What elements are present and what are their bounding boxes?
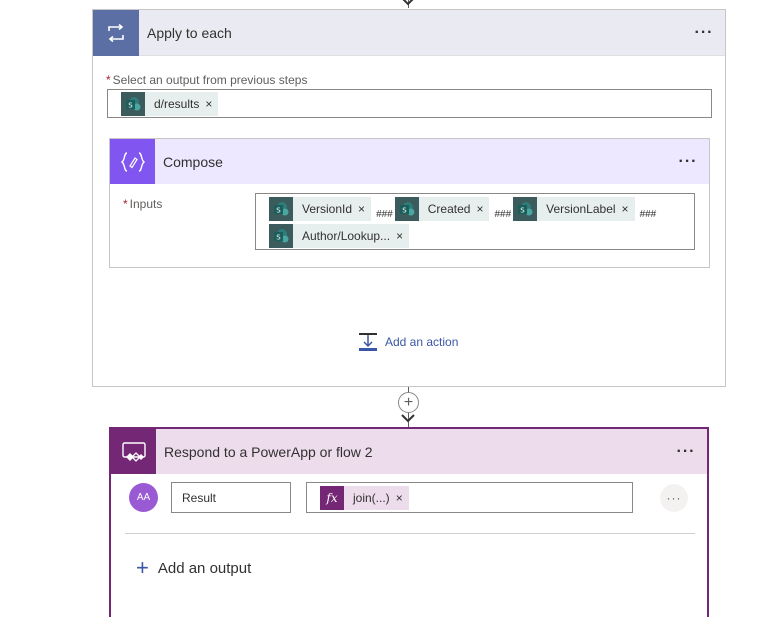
compose-header[interactable]: Compose ··· <box>110 139 709 184</box>
add-output-label: Add an output <box>157 559 252 577</box>
inputs-label-text: Inputs <box>129 197 163 211</box>
inputs-row-1: S VersionId × ### S Created × ### S Vers… <box>269 195 694 222</box>
svg-text:S: S <box>276 206 281 214</box>
token-remove-button[interactable]: × <box>205 97 218 111</box>
token-label: join(...) <box>353 490 390 505</box>
compose-more-button[interactable]: ··· <box>673 153 703 171</box>
respond-to-powerapp-card: Respond to a PowerApp or flow 2 ··· AA R… <box>109 427 709 617</box>
add-action-icon <box>359 333 377 351</box>
output-name-input[interactable]: Result <box>171 482 291 513</box>
token-label: Author/Lookup... <box>302 228 391 243</box>
select-output-label: * Select an output from previous steps <box>106 73 307 87</box>
add-action-label: Add an action <box>385 335 459 349</box>
powerapps-icon <box>111 429 156 474</box>
sharepoint-icon: S <box>394 196 419 221</box>
expression-token-join[interactable]: fx join(...) × <box>320 485 409 510</box>
token-label: VersionId <box>302 201 353 216</box>
sharepoint-icon: S <box>121 91 145 116</box>
text-output-type-icon: AA <box>129 483 158 512</box>
token-label: VersionLabel <box>546 201 616 216</box>
dynamic-token-versionlabel[interactable]: S VersionLabel × <box>513 196 635 221</box>
dynamic-token-versionid[interactable]: S VersionId × <box>269 196 372 221</box>
sharepoint-icon: S <box>269 196 293 221</box>
svg-text:S: S <box>128 101 133 109</box>
required-mark: * <box>106 73 111 87</box>
token-label: d/results <box>154 96 200 111</box>
apply-to-each-title: Apply to each <box>147 24 232 41</box>
svg-text:S: S <box>520 206 525 214</box>
fx-icon: fx <box>320 485 344 510</box>
apply-to-each-more-button[interactable]: ··· <box>689 24 719 42</box>
required-mark: * <box>123 197 128 211</box>
loop-icon <box>93 9 139 56</box>
inputs-label: * Inputs <box>123 197 162 211</box>
select-output-input[interactable]: S d/results × <box>107 89 712 118</box>
svg-text:S: S <box>276 233 281 241</box>
respond-header[interactable]: Respond to a PowerApp or flow 2 ··· <box>111 429 707 474</box>
token-remove-button[interactable]: × <box>476 202 489 216</box>
output-value-input[interactable]: fx join(...) × <box>306 482 633 513</box>
arrow-down-icon <box>401 414 415 423</box>
compose-card: Compose ··· *Inputs S VersionId × ### S <box>109 138 710 268</box>
compose-braces-icon <box>110 139 155 184</box>
respond-title: Respond to a PowerApp or flow 2 <box>164 443 373 460</box>
separator-text: ### <box>376 209 393 220</box>
sharepoint-icon: S <box>269 223 293 248</box>
apply-to-each-card: Apply to each ··· * Select an output from… <box>92 9 726 387</box>
dynamic-token-author-lookup[interactable]: S Author/Lookup... × <box>269 223 410 248</box>
token-remove-button[interactable]: × <box>396 229 409 243</box>
arrow-down-icon <box>402 0 414 6</box>
plus-icon: + <box>136 555 149 580</box>
insert-step-button[interactable]: + <box>398 392 419 413</box>
token-remove-button[interactable]: × <box>396 491 409 505</box>
svg-text:S: S <box>402 206 407 214</box>
sharepoint-icon: S <box>513 196 538 221</box>
token-label: Created <box>427 201 471 216</box>
add-output-button[interactable]: + Add an output <box>136 557 251 579</box>
compose-title: Compose <box>163 153 223 170</box>
inputs-row-2: S Author/Lookup... × <box>269 222 694 249</box>
dynamic-token-created[interactable]: S Created × <box>394 196 490 221</box>
divider <box>125 533 695 534</box>
token-remove-button[interactable]: × <box>622 202 635 216</box>
apply-to-each-header[interactable]: Apply to each ··· <box>93 9 725 56</box>
separator-text: ### <box>494 209 512 220</box>
compose-inputs-field[interactable]: S VersionId × ### S Created × ### S Vers… <box>255 193 695 250</box>
respond-more-button[interactable]: ··· <box>671 443 701 461</box>
select-output-label-text: Select an output from previous steps <box>112 73 308 87</box>
separator-text: ### <box>639 209 657 220</box>
dynamic-token-d-results[interactable]: S d/results × <box>121 91 219 116</box>
add-action-button[interactable]: Add an action <box>358 332 458 352</box>
output-row-more-button[interactable]: ··· <box>660 484 688 512</box>
token-remove-button[interactable]: × <box>358 202 371 216</box>
